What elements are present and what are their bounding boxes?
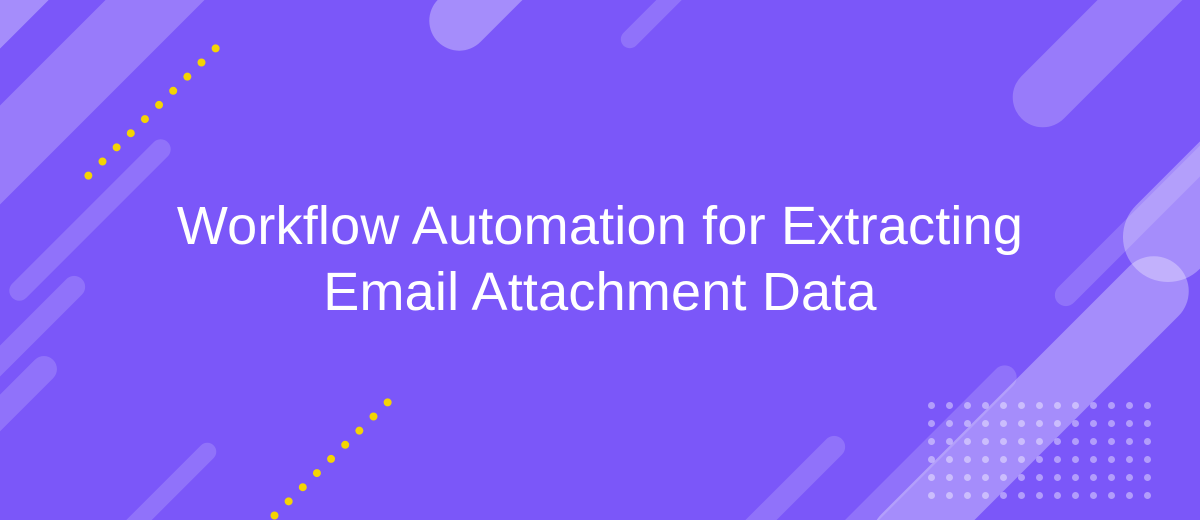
banner-title: Workflow Automation for Extracting Email… (120, 194, 1080, 326)
hero-banner: Workflow Automation for Extracting Email… (0, 0, 1200, 520)
title-container: Workflow Automation for Extracting Email… (0, 0, 1200, 520)
